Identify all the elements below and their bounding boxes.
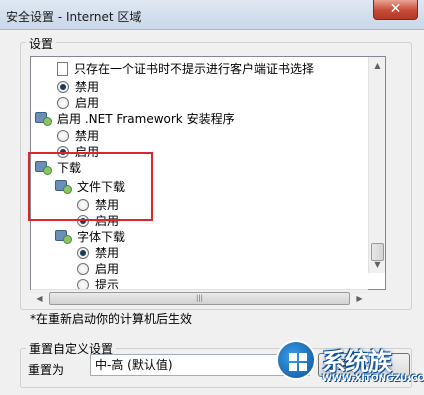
highlight-annotation (28, 152, 153, 221)
restart-note: *在重新启动你的计算机后生效 (30, 312, 193, 326)
scroll-left-icon[interactable]: ◀ (31, 290, 48, 307)
tree-node[interactable]: 只存在一个证书时不提示进行客户端证书选择 (57, 61, 314, 77)
radio-button[interactable] (57, 130, 69, 142)
tree-label: 禁用 (95, 246, 120, 260)
watermark-name: 系统族 (322, 348, 392, 376)
radio-button[interactable] (77, 247, 89, 259)
radio-button[interactable] (77, 263, 89, 275)
settings-group-label: 设置 (26, 35, 57, 52)
window-title: 安全设置 - Internet 区域 (6, 10, 142, 24)
radio-option[interactable]: 禁用 (57, 79, 99, 95)
watermark-url: WWW.XITONGZU.COM (322, 374, 424, 384)
watermark: 系统族 WWW.XITONGZU.COM (270, 336, 424, 395)
tree-label: 启用 (75, 96, 100, 110)
tree-label: 禁用 (75, 129, 100, 143)
scroll-right-icon[interactable]: ▶ (351, 290, 368, 307)
security-level-value: 中-高 (默认值) (95, 358, 173, 372)
tree-label: 字体下载 (77, 230, 126, 244)
radio-button[interactable] (57, 97, 69, 109)
settings-icon (35, 112, 53, 126)
title-bar: 安全设置 - Internet 区域 ✕ (0, 0, 424, 30)
tree-label: 启用 .NET Framework 安装程序 (57, 112, 235, 126)
radio-option[interactable]: 启用 (57, 95, 99, 111)
settings-icon (55, 230, 73, 244)
windows-logo-icon (276, 340, 316, 380)
tree-label: 禁用 (75, 80, 100, 94)
radio-option[interactable]: 禁用 (77, 245, 119, 261)
scroll-up-icon[interactable]: ▲ (369, 57, 386, 74)
horizontal-scroll-thumb[interactable]: ||| (49, 292, 350, 305)
document-icon (57, 62, 68, 76)
tree-node[interactable]: 字体下载 (55, 229, 125, 245)
close-button[interactable]: ✕ (373, 0, 418, 20)
vertical-scrollbar[interactable]: ▲ ▼ (368, 57, 385, 273)
tree-node[interactable]: 启用 .NET Framework 安装程序 (35, 111, 235, 127)
radio-button[interactable] (57, 81, 69, 93)
tree-label: 只存在一个证书时不提示进行客户端证书选择 (74, 62, 315, 76)
close-icon: ✕ (389, 1, 402, 17)
tree-label: 启用 (95, 262, 120, 276)
radio-option[interactable]: 禁用 (57, 128, 99, 144)
reset-to-label: 重置为 (28, 363, 65, 377)
radio-option[interactable]: 启用 (77, 261, 119, 277)
scroll-down-icon[interactable]: ▼ (369, 256, 386, 273)
horizontal-scrollbar[interactable]: ◀ ||| ▶ (31, 289, 368, 306)
